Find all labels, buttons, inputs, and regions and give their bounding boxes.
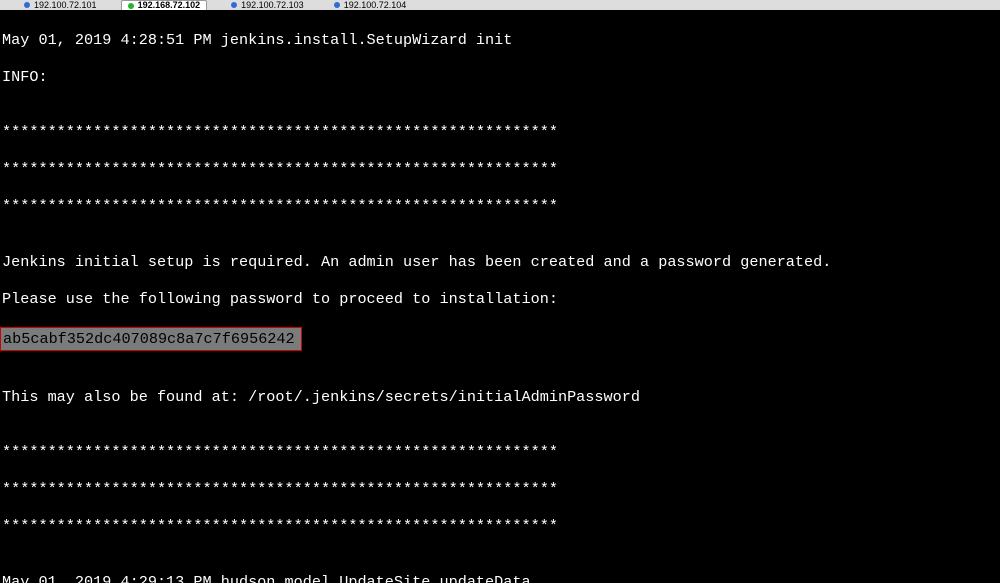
status-dot-icon <box>24 2 30 8</box>
password-highlight[interactable]: ab5cabf352dc407089c8a7c7f6956242 <box>0 327 302 351</box>
log-line: ****************************************… <box>2 197 998 216</box>
log-line: This may also be found at: /root/.jenkin… <box>2 388 998 407</box>
log-line: May 01, 2019 4:29:13 PM hudson.model.Upd… <box>2 573 998 583</box>
terminal-output[interactable]: May 01, 2019 4:28:51 PM jenkins.install.… <box>0 10 1000 583</box>
password-line: ab5cabf352dc407089c8a7c7f6956242 <box>2 327 998 351</box>
tab-label: 192.100.72.101 <box>34 0 97 10</box>
tab-label: 192.100.72.104 <box>344 0 407 10</box>
log-line: ****************************************… <box>2 443 998 462</box>
tab-bar: 192.100.72.101 192.168.72.102 192.100.72… <box>0 0 1000 10</box>
log-line: ****************************************… <box>2 123 998 142</box>
log-line: ****************************************… <box>2 517 998 536</box>
highlight-border-extension <box>302 330 393 348</box>
status-dot-icon <box>231 2 237 8</box>
tab-3[interactable]: 192.100.72.103 <box>225 0 310 10</box>
tab-1[interactable]: 192.100.72.101 <box>18 0 103 10</box>
tab-4[interactable]: 192.100.72.104 <box>328 0 413 10</box>
tab-label: 192.100.72.103 <box>241 0 304 10</box>
status-dot-icon <box>334 2 340 8</box>
log-line: Jenkins initial setup is required. An ad… <box>2 253 998 272</box>
log-line: INFO: <box>2 68 998 87</box>
log-line: May 01, 2019 4:28:51 PM jenkins.install.… <box>2 31 998 50</box>
tab-2-active[interactable]: 192.168.72.102 <box>121 0 208 10</box>
log-line: ****************************************… <box>2 160 998 179</box>
status-dot-icon <box>128 3 134 9</box>
log-line: Please use the following password to pro… <box>2 290 998 309</box>
log-line: ****************************************… <box>2 480 998 499</box>
tab-label: 192.168.72.102 <box>138 0 201 10</box>
